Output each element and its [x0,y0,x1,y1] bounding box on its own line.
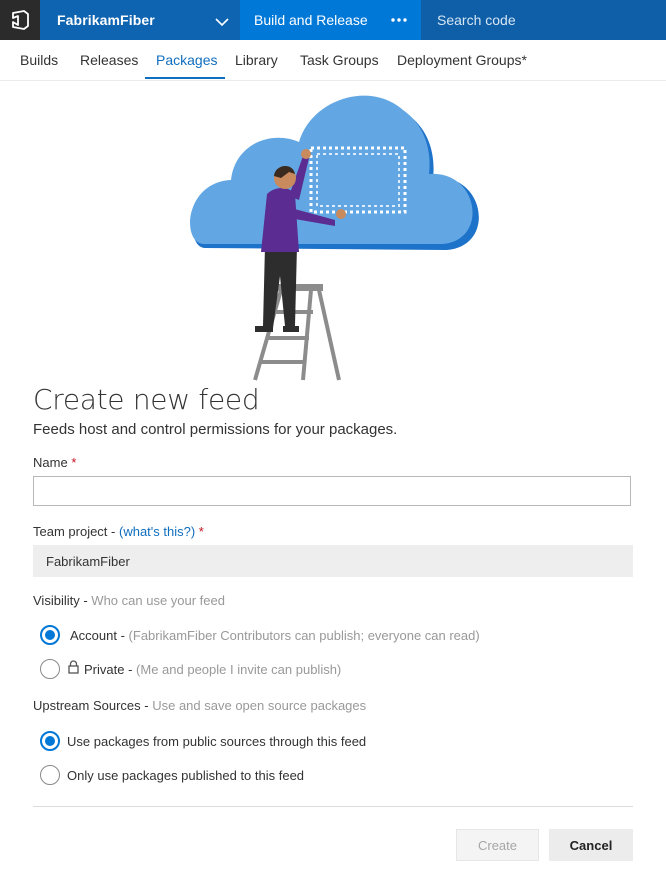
cancel-button[interactable]: Cancel [549,829,633,861]
visibility-private-label: Private - [84,662,133,677]
visibility-account-hint: (FabrikamFiber Contributors can publish;… [128,628,480,643]
tab-builds[interactable]: Builds [20,52,58,68]
page-title: Create new feed [33,383,260,416]
cloud-feed-illustration [190,95,479,381]
chevron-down-icon[interactable] [215,14,229,32]
upstream-local-radio[interactable] [40,765,60,785]
name-label-text: Name [33,455,68,470]
tab-task-groups[interactable]: Task Groups [300,52,379,68]
visibility-account-option[interactable]: Account - (FabrikamFiber Contributors ca… [70,628,480,643]
account-name: FabrikamFiber [57,12,155,28]
visibility-label-text: Visibility - [33,593,88,608]
upstream-label: Upstream Sources - Use and save open sou… [33,698,366,713]
hub-label: Build and Release [254,12,368,28]
visibility-private-hint: (Me and people I invite can publish) [136,662,342,677]
name-label: Name * [33,455,76,470]
selected-tab-indicator [145,77,225,79]
tab-deployment-groups[interactable]: Deployment Groups* [397,52,527,68]
required-mark: * [198,524,204,539]
upstream-public-radio[interactable] [40,731,60,751]
visibility-label: Visibility - Who can use your feed [33,593,225,608]
team-project-label: Team project - (what's this?) * [33,524,204,539]
page-subtitle: Feeds host and control permissions for y… [33,421,398,438]
create-button[interactable]: Create [456,829,539,861]
ellipsis-icon[interactable] [377,0,421,40]
whats-this-link[interactable]: (what's this?) [119,524,195,539]
tab-library[interactable]: Library [235,52,278,68]
search-input[interactable]: Search code [437,12,516,28]
tab-releases[interactable]: Releases [80,52,138,68]
required-mark: * [71,455,77,470]
visibility-hint: Who can use your feed [91,593,225,608]
vsts-logo-icon[interactable] [0,0,40,40]
upstream-public-option[interactable]: Use packages from public sources through… [67,734,366,749]
footer-divider [33,806,633,807]
lock-icon [68,660,79,679]
visibility-account-label: Account - [70,628,125,643]
tab-packages[interactable]: Packages [156,52,217,68]
visibility-account-radio[interactable] [40,625,60,645]
upstream-hint: Use and save open source packages [152,698,367,713]
visibility-private-radio[interactable] [40,659,60,679]
upstream-label-text: Upstream Sources - [33,698,149,713]
feed-name-input[interactable] [33,476,631,506]
team-project-value: FabrikamFiber [46,554,130,569]
upstream-local-option[interactable]: Only use packages published to this feed [67,768,304,783]
team-project-label-text: Team project - [33,524,116,539]
visibility-private-option[interactable]: Private - (Me and people I invite can pu… [84,662,341,677]
